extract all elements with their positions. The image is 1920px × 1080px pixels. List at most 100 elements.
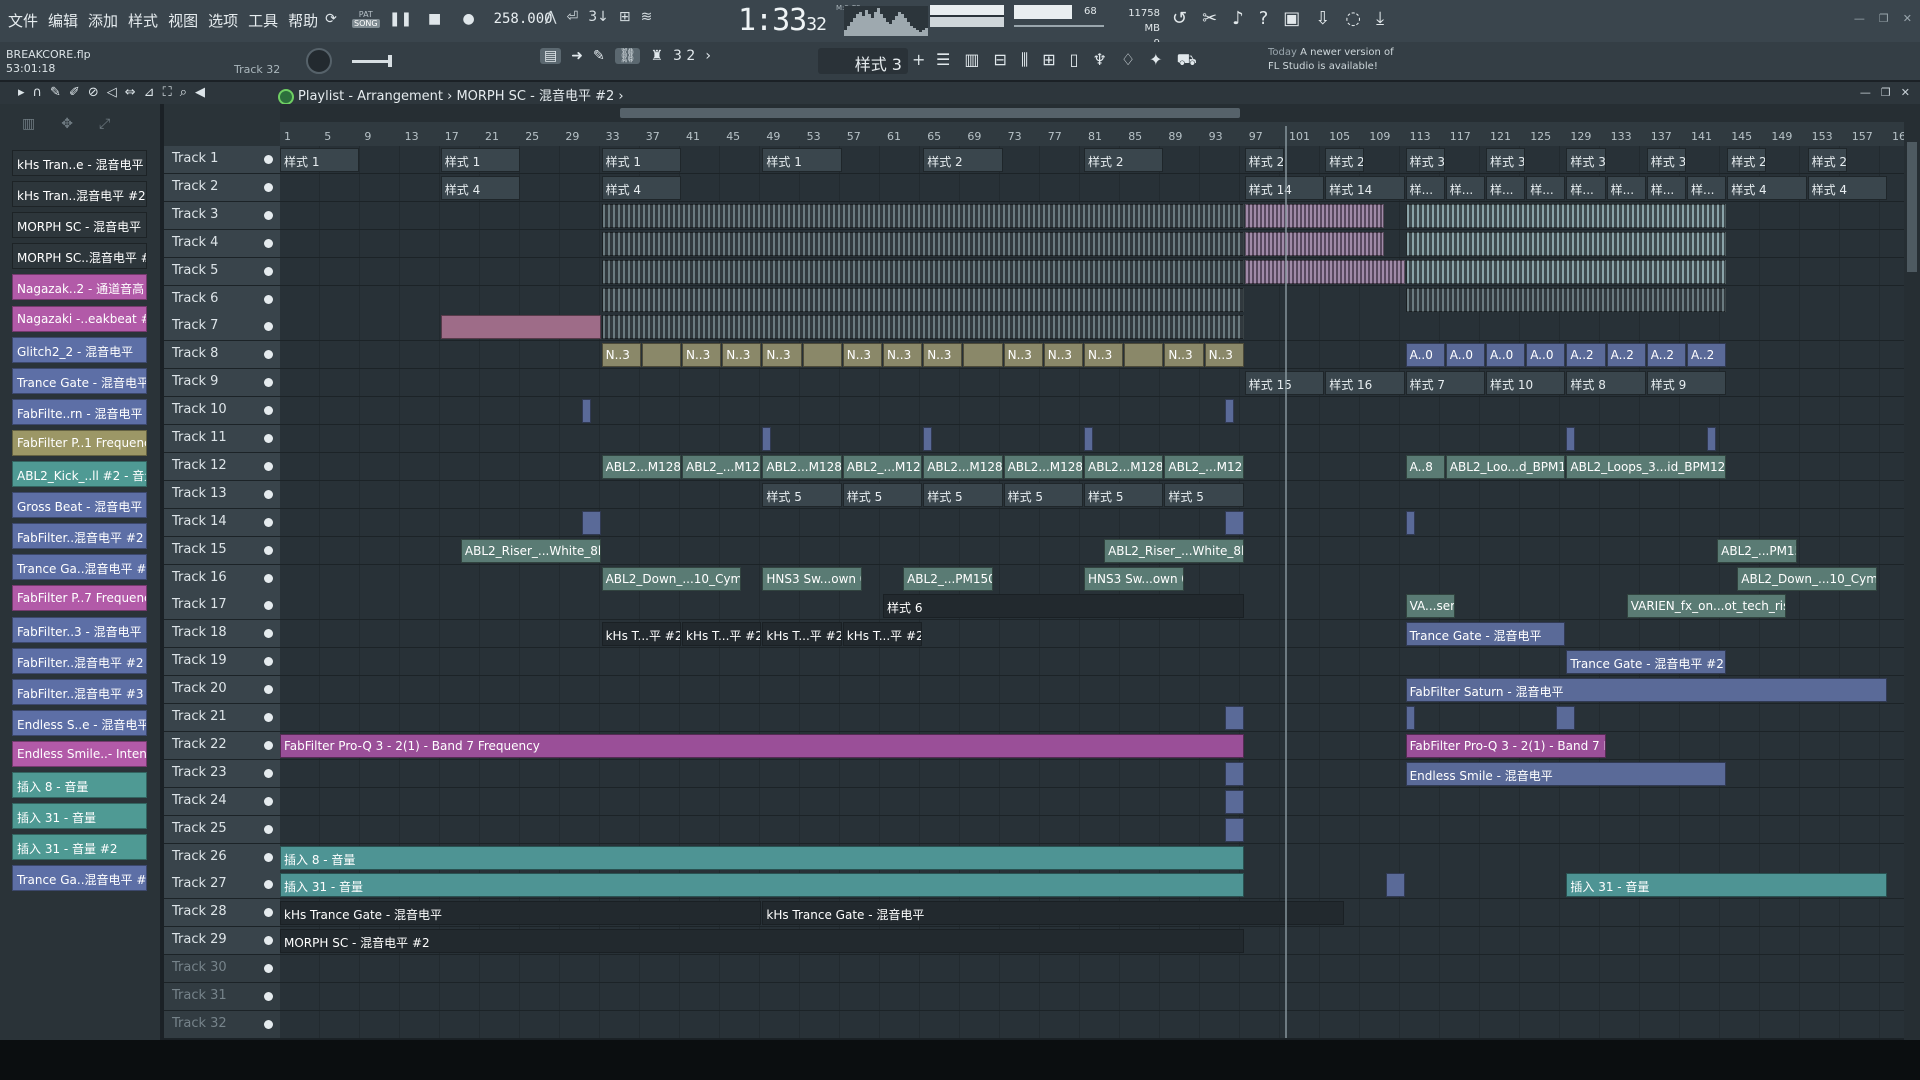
track-header[interactable]: Track 23 — [164, 759, 280, 787]
track-header[interactable]: Track 18 — [164, 620, 280, 648]
playlist-clip[interactable]: kHs Trance Gate - 混音电平 — [280, 901, 762, 926]
menu-item[interactable]: 样式 — [126, 10, 160, 31]
playlist-clip[interactable] — [1405, 287, 1727, 312]
track-mute-led[interactable] — [264, 182, 273, 192]
track-lane[interactable]: 样式 4 样式 4 样式 14 样式 14 样... 样... 样... 样... 样... 样.… — [280, 173, 1904, 201]
track-mute-led[interactable] — [264, 210, 273, 220]
track-lane[interactable] — [280, 201, 1904, 229]
playlist-clip[interactable] — [601, 287, 1244, 312]
audio-view-icon[interactable]: ✥ — [61, 116, 73, 148]
playlist-clip[interactable]: N..3 — [842, 343, 882, 368]
countdown-icon[interactable]: 3↓ — [588, 9, 609, 25]
track-lane[interactable]: ABL2_Riser_...White_8bar ABL2_Riser_...Wh… — [280, 536, 1904, 564]
vertical-scrollbar[interactable] — [1904, 104, 1920, 1040]
track-mute-led[interactable] — [264, 657, 273, 667]
automation-view-icon[interactable]: ⤢ — [99, 116, 110, 148]
horizontal-scroll-thumb[interactable] — [620, 108, 1240, 118]
menu-arrow-icon[interactable]: ▸ — [18, 85, 25, 100]
playlist-clip[interactable]: 插入 31 - 音量 — [1566, 873, 1887, 898]
wait-input-icon[interactable]: ⏎ — [566, 9, 578, 25]
playlist-clip[interactable]: FabFilter Pro-Q 3 - 2(1) - Band 7 Freque… — [280, 733, 1244, 758]
playlist-clip[interactable]: kHs T...平 #2 — [682, 622, 762, 647]
playlist-clip[interactable] — [1405, 231, 1727, 256]
playlist-clip[interactable]: ABL2_...PM150 — [903, 566, 993, 591]
track-header[interactable]: Track 30 — [164, 955, 280, 983]
playlist-clip[interactable]: 样式 1 — [280, 148, 360, 172]
pencil-icon[interactable]: ✎ — [593, 48, 605, 64]
playlist-clip[interactable]: MORPH SC - 混音电平 #2 — [280, 929, 1244, 954]
menu-item[interactable]: 视图 — [166, 10, 200, 31]
chat-icon[interactable]: ◌ — [1345, 8, 1361, 29]
track-header[interactable]: Track 15 — [164, 536, 280, 564]
track-mute-led[interactable] — [264, 545, 273, 555]
undo-icon[interactable]: ↺ — [1172, 8, 1187, 29]
track-header[interactable]: Track 3 — [164, 201, 280, 229]
playlist-clip[interactable]: 样式 2 — [1244, 148, 1284, 172]
piano-roll-icon[interactable]: ▥ — [964, 50, 979, 71]
track-header[interactable]: Track 4 — [164, 229, 280, 257]
track-lane[interactable] — [280, 229, 1904, 257]
browser-clip-item[interactable]: Endless S..e - 混音电平 — [12, 709, 147, 736]
track-lane[interactable] — [280, 508, 1904, 536]
track-header[interactable]: Track 12 — [164, 452, 280, 480]
master-pitch-slider[interactable] — [352, 55, 392, 67]
track-mute-led[interactable] — [264, 880, 273, 890]
browser-icon[interactable]: ⊞ — [1042, 50, 1055, 71]
browser-clip-item[interactable]: MORPH SC - 混音电平 — [12, 212, 147, 239]
playlist-clip[interactable] — [1405, 706, 1415, 730]
playlist-clip[interactable]: N..3 — [1164, 343, 1204, 368]
menu-item[interactable]: 编辑 — [46, 10, 80, 31]
track-header[interactable]: Track 7 — [164, 313, 280, 341]
track-lane[interactable] — [280, 983, 1904, 1010]
track-header[interactable]: Track 21 — [164, 704, 280, 731]
playlist-clip[interactable] — [1124, 343, 1164, 368]
playlist-clip[interactable]: ABL2...M128 — [1003, 454, 1083, 479]
playlist-clip[interactable]: N..3 — [1003, 343, 1043, 368]
track-header[interactable]: Track 13 — [164, 480, 280, 508]
playlist-clip[interactable]: 样式 5 — [762, 482, 842, 507]
playhead-marker[interactable] — [1285, 126, 1287, 1038]
zoom-tool-icon[interactable]: ⌕ — [180, 85, 187, 100]
playlist-clip[interactable] — [641, 343, 681, 368]
step-edit-icon[interactable]: ⊞ — [619, 9, 631, 25]
stamp-icon[interactable]: ♜ — [650, 48, 663, 64]
playlist-clip[interactable]: ABL2_Loops_3...id_BPM128 #2 — [1566, 454, 1727, 479]
track-mute-led[interactable] — [264, 294, 273, 304]
playlist-clip[interactable]: 样式 1 — [601, 148, 681, 172]
playlist-clip[interactable]: 样式 5 — [923, 482, 1003, 507]
browser-clip-item[interactable]: FabFilter P..1 Frequency — [12, 429, 147, 456]
playlist-clip[interactable]: FabFilter Saturn - 混音电平 — [1405, 678, 1887, 703]
browser-clip-item[interactable]: Endless Smile..- Intensit — [12, 740, 147, 767]
microphone-icon[interactable]: ♪ — [1232, 8, 1244, 29]
playlist-clip[interactable]: 样式 6 — [883, 594, 1244, 619]
playlist-clip[interactable] — [1385, 873, 1405, 898]
track-mute-led[interactable] — [264, 1019, 273, 1029]
track-lane[interactable] — [280, 313, 1904, 341]
playlist-clip[interactable] — [1405, 510, 1415, 535]
slip-tool-icon[interactable]: ⇔ — [125, 85, 136, 100]
render-icon[interactable]: ⇩ — [1315, 8, 1330, 29]
track-mute-led[interactable] — [264, 768, 273, 778]
playlist-clip[interactable]: 样式 3 — [1646, 148, 1686, 172]
track-mute-led[interactable] — [264, 629, 273, 639]
playlist-clip[interactable]: 样式 4 — [440, 175, 521, 200]
browser-clip-item[interactable]: FabFilter..混音电平 #3 — [12, 678, 147, 705]
track-mute-led[interactable] — [264, 350, 273, 360]
channel-rack-icon[interactable]: ⊟ — [993, 50, 1006, 71]
track-mute-led[interactable] — [264, 517, 273, 527]
pattern-view-icon[interactable]: ▥ — [22, 116, 35, 148]
playlist-clip[interactable]: Trance Gate - 混音电平 — [1405, 622, 1566, 647]
playlist-clip[interactable] — [1405, 203, 1727, 228]
track-mute-led[interactable] — [264, 406, 273, 416]
draw-tool-icon[interactable]: ✎ — [50, 85, 61, 100]
menu-item[interactable]: 帮助 — [286, 10, 320, 31]
playlist-clip[interactable] — [1224, 510, 1244, 535]
playlist-clip[interactable] — [1224, 399, 1234, 424]
playlist-clip[interactable]: 样... — [1526, 175, 1566, 200]
delete-tool-icon[interactable]: ⊘ — [88, 85, 99, 100]
playlist-clip[interactable]: N..3 — [1204, 343, 1244, 368]
browser-clip-item[interactable]: 插入 8 - 音量 — [12, 772, 147, 798]
playlist-clip[interactable] — [1224, 817, 1244, 842]
news-panel[interactable]: Today A newer version of FL Studio is av… — [1268, 46, 1398, 74]
chevron-right-icon[interactable]: › — [705, 48, 711, 64]
